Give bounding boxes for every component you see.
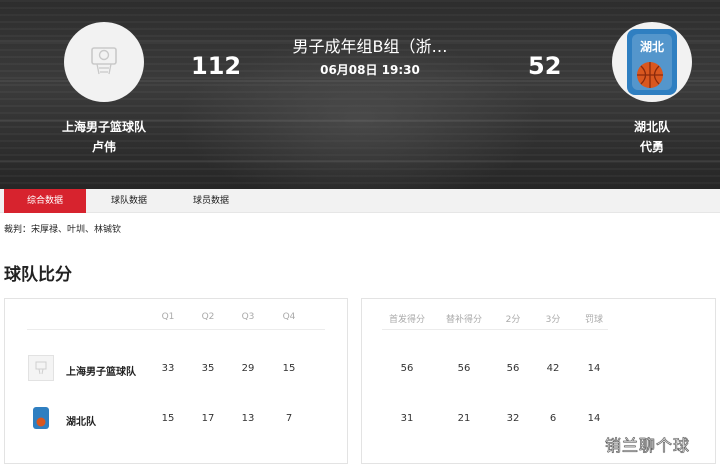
match-header-banner: 上海男子篮球队 卢伟 112 男子成年组B组（浙… 06月08日 19:30 5…	[0, 0, 720, 189]
home-row-name: 上海男子篮球队	[66, 367, 136, 378]
stat-header: 替补得分	[445, 315, 482, 325]
away-free-throws: 14	[587, 413, 601, 424]
away-q3: 13	[241, 413, 255, 424]
away-q4: 7	[285, 413, 293, 424]
tab-player-data[interactable]: 球员数据	[178, 189, 244, 213]
quarter-score-card: Q1 Q2 Q3 Q4 上海男子篮球队 33 35 29 15 湖北队 15 1…	[4, 298, 348, 464]
home-team-name: 上海男子篮球队	[61, 120, 146, 134]
section-title: 球队比分	[4, 265, 72, 285]
home-q3: 29	[241, 363, 255, 374]
away-row-name: 湖北队	[66, 417, 96, 428]
hubei-team-logo-icon	[33, 407, 49, 429]
referees-text: 裁判：宋厚禄、叶圳、林铖钦	[4, 225, 122, 235]
quarter-header: Q4	[282, 312, 296, 322]
home-q2: 35	[201, 363, 215, 374]
home-q1: 33	[161, 363, 175, 374]
stat-header: 3分	[545, 315, 561, 325]
away-team-name: 湖北队	[633, 120, 670, 134]
away-mini-logo	[28, 405, 54, 431]
away-two-points: 32	[506, 413, 520, 424]
home-mini-logo	[28, 355, 54, 381]
quarter-header: Q2	[201, 312, 215, 322]
basketball-hoop-icon	[35, 361, 47, 375]
match-title: 男子成年组B组（浙…	[292, 37, 448, 56]
home-three-points: 42	[546, 363, 560, 374]
match-time: 06月08日 19:30	[320, 63, 420, 77]
tab-bar: 综合数据 球队数据 球员数据	[0, 189, 720, 213]
home-q4: 15	[282, 363, 296, 374]
home-free-throws: 14	[587, 363, 601, 374]
away-three-points: 6	[549, 413, 557, 424]
header-divider	[382, 329, 608, 330]
away-starter-points: 31	[400, 413, 414, 424]
away-score: 52	[528, 52, 562, 80]
hubei-team-logo-icon: 湖北	[627, 29, 677, 95]
header-divider	[27, 329, 325, 330]
away-bench-points: 21	[457, 413, 471, 424]
away-team-coach: 代勇	[639, 140, 664, 154]
away-q1: 15	[161, 413, 175, 424]
stat-header: 罚球	[584, 315, 603, 325]
stat-header: 首发得分	[388, 315, 425, 325]
home-team-logo[interactable]	[64, 22, 144, 102]
quarter-header: Q1	[161, 312, 175, 322]
stat-header: 2分	[505, 315, 521, 325]
away-logo-text: 湖北	[640, 39, 664, 54]
tab-overall-data[interactable]: 综合数据	[4, 189, 86, 213]
tab-team-data[interactable]: 球队数据	[96, 189, 162, 213]
basketball-hoop-icon	[91, 47, 117, 75]
home-bench-points: 56	[457, 363, 471, 374]
home-score: 112	[191, 52, 242, 80]
away-q2: 17	[201, 413, 215, 424]
quarter-header: Q3	[241, 312, 255, 322]
away-team-logo[interactable]: 湖北	[612, 22, 692, 102]
home-team-coach: 卢伟	[91, 140, 116, 154]
watermark-text: 销兰聊个球	[605, 436, 691, 456]
home-two-points: 56	[506, 363, 520, 374]
home-starter-points: 56	[400, 363, 414, 374]
